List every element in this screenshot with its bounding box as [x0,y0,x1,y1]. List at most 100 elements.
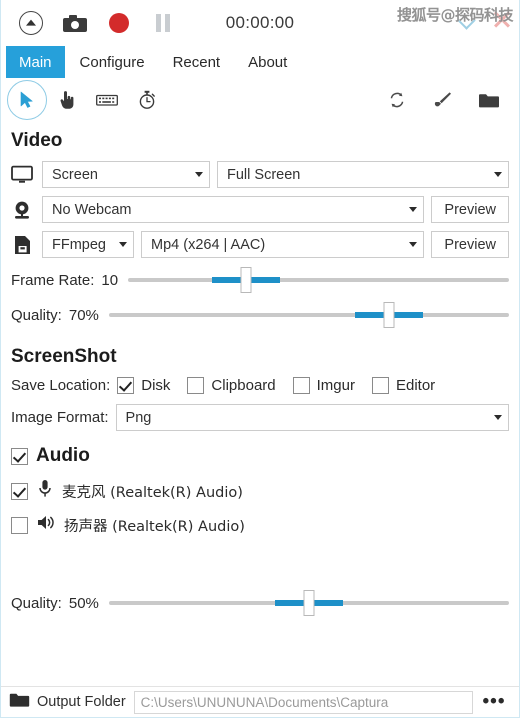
folder-icon [9,692,30,713]
checkbox-clipboard-label: Clipboard [211,377,276,394]
checkbox-imgur-label: Imgur [316,377,355,394]
audio-device-row-microphone: 麦克风 (Realtek(R) Audio) [11,479,509,503]
keyboard-icon[interactable] [87,80,127,120]
status-bar: Output Folder C:\Users\UNUNUNA\Documents… [1,686,519,717]
toolbar [1,78,519,122]
speaker-device-name: 扬声器 (Realtek(R) Audio) [64,518,245,535]
video-region-value: Full Screen [227,166,301,183]
tab-about[interactable]: About [235,46,300,78]
webcam-select[interactable]: No Webcam [42,196,425,223]
main-content: Video Screen Full Screen No Webcam Previ… [1,122,519,616]
chevron-down-icon [409,242,418,247]
monitor-icon [9,165,35,184]
audio-section-header: Audio [11,445,509,467]
toolbar-right-group [377,80,509,120]
frame-rate-slider[interactable] [128,267,509,293]
video-source-select[interactable]: Screen [42,161,210,188]
brush-icon[interactable] [423,80,463,120]
audio-quality-value: 50% [68,594,99,612]
chevron-down-icon [494,415,502,420]
output-folder-button[interactable]: Output Folder [7,692,134,713]
record-button[interactable] [97,3,141,43]
chevron-down-icon [119,242,127,247]
slider-thumb[interactable] [303,590,315,616]
camera-icon [63,14,87,32]
file-save-icon [9,235,35,255]
slider-track [128,278,509,282]
chevron-down-icon[interactable] [457,9,477,29]
webcam-icon [9,200,35,220]
image-format-row: Image Format: Png [11,404,509,431]
chevron-down-icon [195,172,203,177]
video-quality-value: 70% [68,306,99,324]
microphone-icon [37,479,53,503]
slider-track [108,313,509,317]
tab-configure[interactable]: Configure [67,46,158,78]
video-source-row: Screen Full Screen [9,161,509,188]
close-icon[interactable] [491,8,513,30]
audio-quality-slider[interactable] [108,590,509,616]
webcam-row: No Webcam Preview [9,196,509,223]
video-quality-slider[interactable] [108,302,509,328]
checkbox-speaker[interactable] [11,516,28,534]
audio-spacer [9,547,509,581]
expand-button[interactable] [9,3,53,43]
pause-button[interactable] [141,3,185,43]
speaker-icon [37,514,55,536]
checkbox-disk[interactable] [117,377,135,394]
checkbox-editor-label: Editor [395,377,436,394]
checkbox-audio-enabled[interactable] [11,447,28,465]
chevron-down-icon [409,207,418,212]
screenshot-button[interactable] [53,3,97,43]
video-format-value: Mp4 (x264 | AAC) [151,236,266,253]
record-circle-icon [109,13,129,33]
more-options-button[interactable]: ••• [473,689,515,716]
checkbox-disk-label: Disk [141,377,171,394]
captura-window: 00:00:00 搜狐号@探码科技 Main Configure Recent … [0,0,520,718]
microphone-device-name: 麦克风 (Realtek(R) Audio) [62,484,243,501]
pause-icon [156,14,170,32]
image-format-label: Image Format: [11,409,109,426]
video-format-select[interactable]: Mp4 (x264 | AAC) [141,231,425,258]
video-section-title: Video [11,130,63,151]
format-preview-button[interactable]: Preview [431,231,509,258]
image-format-value: Png [125,409,152,426]
up-arrow-circle-icon [19,11,43,35]
tab-recent[interactable]: Recent [160,46,234,78]
image-format-select[interactable]: Png [115,404,509,431]
output-path-field[interactable]: C:\Users\UNUNUNA\Documents\Captura [133,690,473,714]
audio-quality-label: Quality: 50% [11,594,99,612]
click-hand-icon[interactable] [47,80,87,120]
slider-thumb[interactable] [240,267,252,293]
webcam-preview-button[interactable]: Preview [431,196,509,223]
save-location-row: Save Location: Disk Clipboard Imgur Edit… [11,377,509,394]
chevron-down-icon [494,172,502,177]
checkbox-clipboard[interactable] [187,377,205,394]
audio-device-row-speaker: 扬声器 (Realtek(R) Audio) [11,514,509,536]
stopwatch-icon[interactable] [127,80,167,120]
checkbox-editor[interactable] [371,377,389,394]
encoder-row: FFmpeg Mp4 (x264 | AAC) Preview [9,231,509,258]
refresh-icon[interactable] [377,80,417,120]
save-location-label: Save Location: [11,377,111,394]
audio-section-title: Audio [36,445,90,466]
slider-thumb[interactable] [383,302,395,328]
cursor-icon[interactable] [7,80,47,120]
frame-rate-value: 10 [101,271,119,289]
tab-main[interactable]: Main [6,46,65,78]
screenshot-section-title: ScreenShot [11,346,117,367]
checkbox-microphone[interactable] [11,482,28,500]
video-region-select[interactable]: Full Screen [217,161,509,188]
frame-rate-label: Frame Rate: 10 [11,271,119,289]
title-bar: 00:00:00 搜狐号@探码科技 [1,0,519,46]
tab-bar: Main Configure Recent About [1,46,519,78]
encoder-select[interactable]: FFmpeg [42,231,134,258]
window-controls [457,8,513,30]
video-quality-row: Quality: 70% [11,302,509,328]
checkbox-imgur[interactable] [292,377,310,394]
folder-icon[interactable] [469,80,509,120]
video-source-value: Screen [52,166,98,183]
webcam-value: No Webcam [52,201,132,218]
encoder-value: FFmpeg [52,236,106,253]
video-quality-label: Quality: 70% [11,306,99,324]
